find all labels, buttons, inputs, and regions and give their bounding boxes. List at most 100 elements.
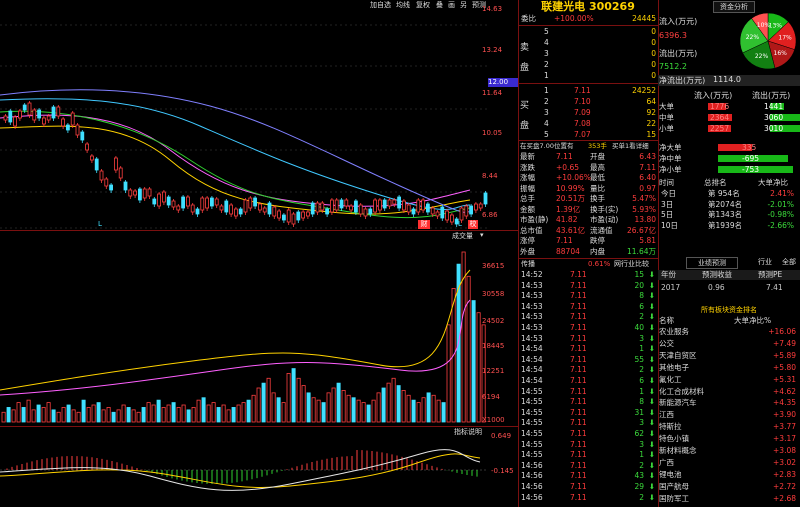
- tick-volume: 43: [634, 471, 644, 481]
- stat-value: 6.40: [639, 173, 656, 182]
- down-arrow-icon: ⬇: [648, 354, 655, 364]
- sector-row[interactable]: 其他电子 +5.80: [658, 363, 800, 373]
- all-tab[interactable]: 全部: [782, 257, 796, 267]
- tick-row: 14:55 7.11 3 ⬇: [518, 440, 658, 450]
- buy-order-row[interactable]: 1 7.11 24252: [518, 86, 658, 96]
- sector-row[interactable]: 特斯拉 +3.77: [658, 422, 800, 432]
- flow-head-in: 流入(万元): [694, 91, 733, 100]
- tick-time: 14:53: [521, 333, 543, 343]
- buy-info-number: 353手: [588, 142, 607, 150]
- tick-volume: 2: [639, 460, 644, 470]
- sector-ratio: +5.80: [773, 362, 796, 372]
- tick-price: 7.11: [570, 280, 587, 290]
- volume-bar: [51, 409, 56, 423]
- volume-bar: [366, 404, 371, 423]
- buy-order-row[interactable]: 4 7.08 22: [518, 119, 658, 129]
- tick-time: 14:55: [521, 439, 543, 449]
- rank-position: 第1343名: [708, 210, 743, 219]
- industry-compare-tab[interactable]: 网行业比较: [614, 259, 649, 269]
- volume-bar: [106, 407, 111, 423]
- sell-order-level: 1: [544, 71, 549, 80]
- macd-chart[interactable]: [0, 436, 488, 507]
- tick-time: 14:53: [521, 312, 543, 322]
- volume-bar: [351, 397, 356, 423]
- down-arrow-icon: ⬇: [648, 270, 655, 279]
- tick-time: 14:55: [521, 397, 543, 407]
- capital-pie-chart[interactable]: 13% 17% 16% 22% 22% 10%: [738, 10, 798, 72]
- sell-order-row[interactable]: 30: [518, 49, 658, 59]
- volume-bar: [426, 392, 431, 423]
- chart-area[interactable]: 加自选 均线 复权 叠 画 另 预测 14.63 13.24 12.00 11.…: [0, 0, 518, 507]
- calibrate-flag[interactable]: 校: [468, 220, 478, 229]
- tick-percent: 0.61%: [588, 260, 611, 268]
- tick-price: 7.11: [570, 439, 587, 449]
- volume-bar: [191, 407, 196, 423]
- volume-bar: [146, 402, 151, 423]
- tick-time: 14:56: [521, 460, 543, 470]
- volume-bar: [166, 404, 171, 423]
- sector-ratio: +4.62: [773, 386, 796, 396]
- sector-row[interactable]: 公交 +7.49: [658, 339, 800, 349]
- candlestick-chart[interactable]: L 5.73: [0, 0, 488, 230]
- tick-time: 14:54: [521, 344, 543, 354]
- industry-tab[interactable]: 行业: [758, 257, 772, 267]
- quote-stats: 最新 7.11 开盘 6.43 涨跌 +0.65 最高 7.11 涨幅 +10.06% 最低 6.40…: [518, 152, 658, 258]
- sector-row[interactable]: 江西 +3.90: [658, 410, 800, 420]
- sell-order-row[interactable]: 40: [518, 38, 658, 48]
- buy-detail-link[interactable]: 买单1看详细: [612, 141, 649, 151]
- volume-bar: [276, 397, 281, 423]
- rank-time: 10日: [661, 220, 679, 230]
- sector-row[interactable]: 新材料概念 +3.08: [658, 446, 800, 456]
- sector-row[interactable]: 新能源汽车 +4.35: [658, 398, 800, 408]
- sector-row[interactable]: 锂电池 +2.83: [658, 470, 800, 480]
- stat-value: 7.11: [556, 152, 573, 161]
- stat-value: 5.47%: [632, 194, 656, 203]
- sector-name: 新能源汽车: [659, 398, 697, 408]
- sector-name: 化工合成材料: [659, 386, 704, 396]
- volume-bar: [306, 392, 311, 423]
- volume-bar: [431, 394, 436, 423]
- sector-ratio: +16.06: [768, 327, 796, 336]
- net-row: 净小单 -753: [658, 165, 800, 175]
- rank-row: 今日 第 954名 2.41%: [658, 189, 800, 199]
- tick-price: 7.11: [570, 312, 587, 322]
- sector-row[interactable]: 特色小镇 +3.17: [658, 434, 800, 444]
- volume-bar: [421, 397, 426, 423]
- stat-label: 流通值: [590, 225, 613, 235]
- volume-chart[interactable]: [0, 240, 488, 426]
- volume-bar: [26, 399, 31, 423]
- tick-tab[interactable]: 传播: [521, 259, 535, 269]
- sector-row[interactable]: 氟化工 +5.31: [658, 375, 800, 385]
- buy-order-row[interactable]: 5 7.07 15: [518, 130, 658, 140]
- volume-bar: [371, 399, 376, 423]
- rank-ratio: -2.66%: [767, 220, 794, 230]
- sell-order-row[interactable]: 50: [518, 27, 658, 37]
- forecast-tab[interactable]: 业绩预测: [686, 257, 738, 269]
- rank-head-time: 时间: [659, 178, 674, 187]
- sector-row[interactable]: 广西 +3.02: [658, 458, 800, 468]
- chevron-down-icon[interactable]: ▾: [480, 231, 484, 239]
- news-flag[interactable]: 财: [418, 220, 430, 229]
- volume-bar: [126, 407, 131, 423]
- tick-volume: 3: [639, 418, 644, 428]
- sell-order-level: 4: [544, 38, 549, 47]
- inflow-value: 6396.3: [659, 31, 687, 40]
- volume-bar: [466, 275, 471, 423]
- sector-row[interactable]: 农业服务 +16.06: [658, 327, 800, 337]
- sector-row[interactable]: 天津自贸区 +5.89: [658, 351, 800, 361]
- sector-row[interactable]: 国防军工 +2.68: [658, 494, 800, 504]
- sector-name: 新材料概念: [659, 446, 697, 455]
- outflow-value: 7512.2: [659, 62, 687, 71]
- divider: [0, 426, 518, 427]
- net-value: 335: [742, 143, 757, 152]
- sell-order-row[interactable]: 20: [518, 60, 658, 70]
- sell-order-row[interactable]: 10: [518, 71, 658, 81]
- sector-head-ratio[interactable]: 大单净比%: [734, 316, 771, 326]
- sector-row[interactable]: 化工合成材料 +4.62: [658, 387, 800, 397]
- sector-row[interactable]: 国产航母 +2.72: [658, 482, 800, 492]
- buy-order-level: 3: [544, 108, 549, 117]
- volume-bar: [391, 377, 396, 423]
- buy-order-row[interactable]: 3 7.09 92: [518, 108, 658, 118]
- stat-label: 换手(实): [590, 204, 619, 214]
- buy-order-row[interactable]: 2 7.10 64: [518, 97, 658, 107]
